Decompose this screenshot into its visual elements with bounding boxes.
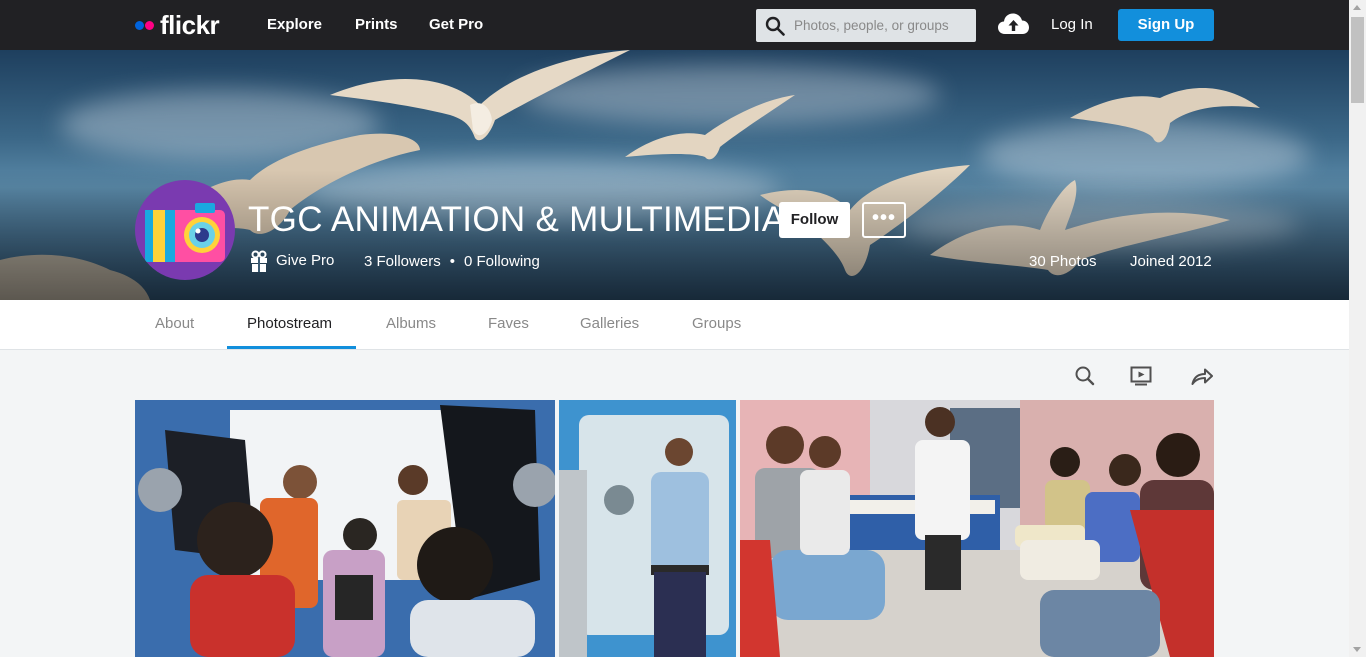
- search-box: [756, 9, 976, 42]
- signup-button[interactable]: Sign Up: [1118, 9, 1214, 41]
- profile-avatar[interactable]: [135, 180, 235, 280]
- upload-cloud-icon[interactable]: [997, 12, 1030, 36]
- gull-image: [1070, 88, 1260, 143]
- flickr-logo[interactable]: flickr: [135, 10, 220, 40]
- tab-galleries[interactable]: Galleries: [580, 314, 639, 334]
- page-scrollbar[interactable]: [1349, 0, 1366, 657]
- tab-faves[interactable]: Faves: [488, 314, 529, 334]
- profile-name: TGC ANIMATION & MULTIMEDIA: [248, 200, 786, 239]
- meeting-photo-image: [740, 400, 1214, 657]
- guard-photo-image: [559, 400, 736, 657]
- login-link[interactable]: Log In: [1051, 15, 1093, 35]
- search-input[interactable]: [794, 9, 972, 42]
- photo-tile[interactable]: [740, 400, 1214, 657]
- top-nav: flickr Explore Prints Get Pro Log In Sig…: [0, 0, 1349, 50]
- share-icon[interactable]: [1190, 364, 1214, 388]
- photo-tile[interactable]: [135, 400, 555, 657]
- logo-pink-dot: [145, 20, 154, 30]
- stat-separator: •: [449, 253, 455, 270]
- following-link[interactable]: 0 Following: [464, 253, 540, 270]
- photos-count: 30 Photos: [1029, 253, 1097, 270]
- scroll-up-arrow[interactable]: [1353, 5, 1361, 10]
- scrollbar-thumb[interactable]: [1351, 17, 1364, 103]
- nav-prints-link[interactable]: Prints: [355, 15, 398, 35]
- tab-photostream[interactable]: Photostream: [247, 314, 332, 334]
- tab-groups[interactable]: Groups: [692, 314, 741, 334]
- search-icon[interactable]: [765, 16, 785, 36]
- search-icon[interactable]: [1073, 364, 1097, 388]
- more-options-button[interactable]: •••: [862, 202, 906, 238]
- tab-about[interactable]: About: [155, 314, 194, 334]
- followers-link[interactable]: 3 Followers: [364, 253, 441, 270]
- nav-explore-link[interactable]: Explore: [267, 15, 322, 35]
- slideshow-icon[interactable]: [1129, 364, 1153, 388]
- studio-photo-image: [135, 400, 555, 657]
- follow-button[interactable]: Follow: [779, 202, 850, 238]
- joined-date: Joined 2012: [1130, 253, 1212, 270]
- active-tab-indicator: [227, 346, 356, 349]
- give-pro-label: Give Pro: [276, 252, 335, 269]
- gull-image: [625, 95, 795, 160]
- camera-icon: [145, 203, 225, 262]
- photo-tile[interactable]: [559, 400, 736, 657]
- scroll-down-arrow[interactable]: [1353, 647, 1361, 652]
- gift-icon: [251, 250, 267, 272]
- profile-tabs: About Photostream Albums Faves Galleries…: [0, 300, 1349, 350]
- give-pro-link[interactable]: Give Pro: [250, 249, 334, 273]
- logo-blue-dot: [135, 20, 144, 30]
- nav-get-pro-link[interactable]: Get Pro: [429, 15, 483, 35]
- follow-stats: 3 Followers • 0 Following: [364, 252, 540, 272]
- logo-wordmark: flickr: [160, 10, 220, 40]
- tab-albums[interactable]: Albums: [386, 314, 436, 334]
